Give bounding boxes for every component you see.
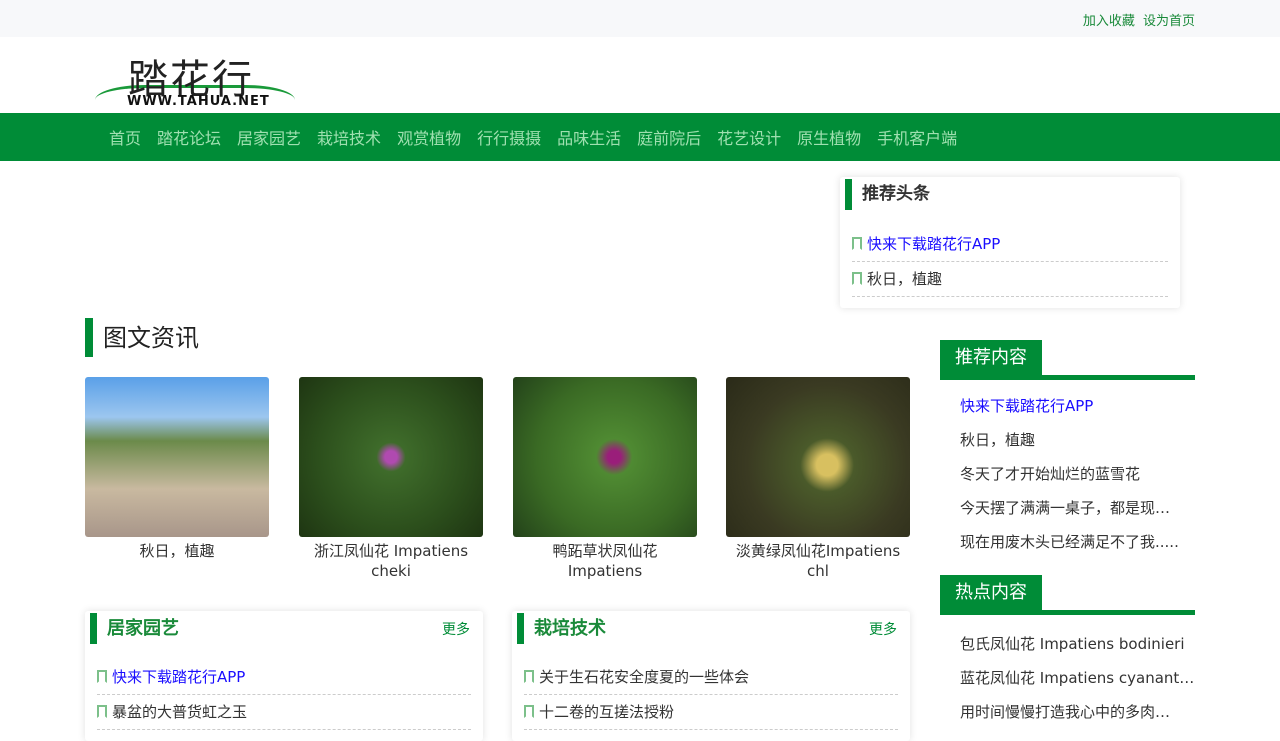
nav-forum[interactable]: 踏花论坛 bbox=[149, 125, 229, 149]
news-item[interactable]: 浙江凤仙花 Impatiens cheki bbox=[299, 377, 483, 581]
headline-item[interactable]: 快来下载踏花行APP bbox=[852, 227, 1168, 262]
set-homepage-link[interactable]: 设为首页 bbox=[1143, 14, 1195, 29]
hot-item[interactable]: 用时间慢慢打造我心中的多肉花园 bbox=[940, 695, 1180, 729]
cultivation-title: 栽培技术 bbox=[517, 613, 606, 644]
headlines-title: 推荐头条 bbox=[845, 179, 930, 210]
nav-native-plants[interactable]: 原生植物 bbox=[789, 125, 869, 149]
recommended-item[interactable]: 秋日，植趣 bbox=[940, 423, 1195, 457]
home-garden-more-link[interactable]: 更多 bbox=[442, 619, 470, 639]
main-nav: 首页 踏花论坛 居家园艺 栽培技术 观赏植物 行行摄摄 品味生活 庭前院后 花艺… bbox=[0, 113, 1280, 161]
recommended-item[interactable]: 冬天了才开始灿烂的蓝雪花 bbox=[940, 457, 1195, 491]
bookmark-icon bbox=[97, 670, 107, 683]
bookmark-icon bbox=[524, 705, 534, 718]
home-garden-card: 居家园艺 更多 快来下载踏花行APP 暴盆的大普货虹之玉 bbox=[85, 611, 483, 741]
nav-cultivation[interactable]: 栽培技术 bbox=[309, 125, 389, 149]
top-bar: 加入收藏 设为首页 bbox=[0, 0, 1280, 37]
nav-ornamental[interactable]: 观赏植物 bbox=[389, 125, 469, 149]
news-item[interactable]: 秋日，植趣 bbox=[85, 377, 269, 561]
bookmark-icon bbox=[852, 272, 862, 285]
add-favorite-link[interactable]: 加入收藏 bbox=[1083, 14, 1135, 29]
hot-title: 热点内容 bbox=[940, 575, 1042, 611]
news-image[interactable] bbox=[513, 377, 697, 537]
news-section-title: 图文资讯 bbox=[85, 318, 199, 357]
headline-item[interactable]: 秋日，植趣 bbox=[852, 262, 1168, 297]
bookmark-icon bbox=[524, 670, 534, 683]
cultivation-card: 栽培技术 更多 关于生石花安全度夏的一些体会 十二卷的互搓法授粉 bbox=[512, 611, 910, 741]
news-image[interactable] bbox=[299, 377, 483, 537]
nav-lifestyle[interactable]: 品味生活 bbox=[549, 125, 629, 149]
news-item[interactable]: 淡黄绿凤仙花Impatiens chl bbox=[726, 377, 910, 581]
recommended-item[interactable]: 快来下载踏花行APP bbox=[940, 389, 1195, 423]
news-item[interactable]: 鸭跖草状凤仙花 Impatiens bbox=[513, 377, 697, 581]
nav-floral-design[interactable]: 花艺设计 bbox=[709, 125, 789, 149]
site-logo[interactable]: 踏花行 WWW.TAHUA.NET bbox=[95, 49, 295, 111]
hot-item[interactable]: 包氏凤仙花 Impatiens bodinieri bbox=[940, 627, 1195, 661]
nav-home[interactable]: 首页 bbox=[101, 125, 149, 149]
article-item[interactable]: 暴盆的大普货虹之玉 bbox=[97, 695, 471, 730]
recommended-panel: 推荐内容 快来下载踏花行APP 秋日，植趣 冬天了才开始灿烂的蓝雪花 今天摆了满… bbox=[940, 340, 1195, 559]
recommended-item[interactable]: 现在用废木头已经满足不了我..... bbox=[940, 525, 1195, 559]
bookmark-icon bbox=[852, 237, 862, 250]
recommended-item[interactable]: 今天摆了满满一桌子，都是现在的多肉 bbox=[940, 491, 1180, 525]
nav-home-garden[interactable]: 居家园艺 bbox=[229, 125, 309, 149]
header: 踏花行 WWW.TAHUA.NET bbox=[0, 37, 1280, 113]
bookmark-icon bbox=[97, 705, 107, 718]
headlines-card: 推荐头条 快来下载踏花行APP 秋日，植趣 bbox=[840, 177, 1180, 308]
nav-photography[interactable]: 行行摄摄 bbox=[469, 125, 549, 149]
logo-url: WWW.TAHUA.NET bbox=[127, 94, 270, 109]
recommended-title: 推荐内容 bbox=[940, 340, 1042, 376]
hot-panel: 热点内容 包氏凤仙花 Impatiens bodinieri 蓝花凤仙花 Imp… bbox=[940, 575, 1195, 729]
article-item[interactable]: 快来下载踏花行APP bbox=[97, 660, 471, 695]
nav-mobile-app[interactable]: 手机客户端 bbox=[869, 125, 965, 149]
news-image[interactable] bbox=[85, 377, 269, 537]
hot-item[interactable]: 蓝花凤仙花 Impatiens cyanantha bbox=[940, 661, 1195, 695]
home-garden-title: 居家园艺 bbox=[90, 613, 179, 644]
nav-yard[interactable]: 庭前院后 bbox=[629, 125, 709, 149]
article-item[interactable]: 关于生石花安全度夏的一些体会 bbox=[524, 660, 898, 695]
cultivation-more-link[interactable]: 更多 bbox=[869, 619, 897, 639]
news-image[interactable] bbox=[726, 377, 910, 537]
article-item[interactable]: 十二卷的互搓法授粉 bbox=[524, 695, 898, 730]
